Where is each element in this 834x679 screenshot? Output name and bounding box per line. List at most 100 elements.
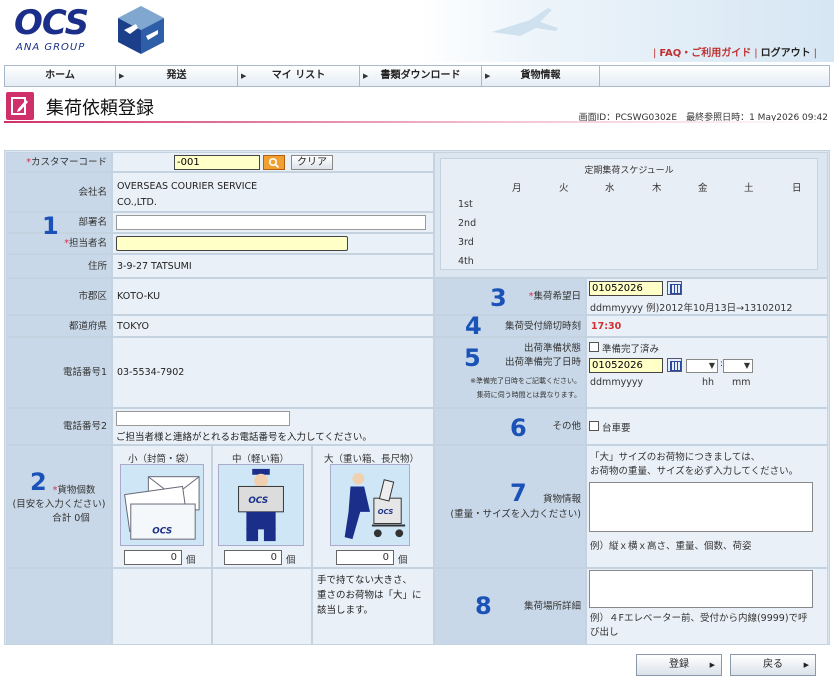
envelope-icon: OCS bbox=[120, 464, 204, 546]
schedule-title: 定期集荷スケジュール bbox=[584, 166, 674, 176]
title-underline bbox=[4, 121, 830, 123]
section-number-7: 7 bbox=[510, 479, 527, 507]
schedule-week: 1st bbox=[458, 199, 473, 210]
city-value: KOTO-KU bbox=[112, 278, 434, 315]
company-name-value: OVERSEAS COURIER SERVICE CO.,LTD. bbox=[112, 172, 434, 212]
section-number-3: 3 bbox=[490, 284, 507, 312]
back-button-label: 戻る bbox=[763, 659, 783, 670]
blank-cell bbox=[112, 568, 212, 645]
nav-my-list[interactable]: ▶ マイ リスト bbox=[238, 66, 360, 86]
qty-large-input[interactable]: 0 bbox=[336, 550, 394, 565]
address-label: 住所 bbox=[6, 254, 112, 278]
nav-document-download[interactable]: ▶ 書類ダウンロード bbox=[360, 66, 482, 86]
search-button[interactable] bbox=[263, 155, 285, 170]
pickup-date-input[interactable] bbox=[589, 281, 663, 296]
svg-text:OCS: OCS bbox=[152, 526, 172, 536]
schedule-week: 4th bbox=[458, 256, 474, 267]
schedule-day: 日 bbox=[792, 183, 802, 194]
nav-home-label: ホーム bbox=[45, 70, 75, 81]
pickup-date-label: *集荷希望日 bbox=[434, 278, 586, 315]
minute-format: mm bbox=[732, 377, 751, 388]
pieces-label-cell: *貨物個数 (目安を入力ください) 合計 0個 bbox=[6, 445, 112, 568]
prefecture-label: 都道府県 bbox=[6, 315, 112, 337]
calendar-icon[interactable] bbox=[667, 358, 682, 372]
search-icon bbox=[268, 157, 280, 169]
nav-shipping[interactable]: ▶ 発送 bbox=[116, 66, 238, 86]
ready-checkbox[interactable] bbox=[589, 342, 599, 352]
blank-label-cell bbox=[6, 568, 112, 645]
blank-cell bbox=[212, 568, 312, 645]
schedule-day: 水 bbox=[605, 183, 615, 194]
triangle-right-icon: ▶ bbox=[709, 661, 715, 669]
schedule-day: 木 bbox=[652, 183, 662, 194]
city-label: 市郡区 bbox=[6, 278, 112, 315]
large-size-note: 手で持てない大きさ、 重さのお荷物は「大」に 該当します。 bbox=[312, 568, 434, 645]
ready-date-input[interactable] bbox=[589, 358, 663, 373]
logout-link[interactable]: ログアウト bbox=[761, 48, 811, 59]
nav-my-list-label: マイ リスト bbox=[271, 70, 326, 81]
qty-large-unit: 個 bbox=[398, 555, 408, 566]
department-input[interactable] bbox=[116, 215, 426, 230]
cargo-info-example: 例）縦ｘ横ｘ高さ、重量、個数、荷姿 bbox=[590, 541, 752, 552]
register-button-label: 登録 bbox=[669, 659, 689, 670]
schedule-week: 2nd bbox=[458, 218, 477, 229]
pickup-date-hint: ddmmyyyy 例)2012年10月13日→13102012 bbox=[590, 303, 793, 314]
pickup-place-label: 集荷場所詳細 bbox=[434, 568, 586, 645]
prefecture-value: TOKYO bbox=[112, 315, 434, 337]
nav-cargo-info[interactable]: ▶ 貨物情報 bbox=[482, 66, 600, 86]
section-number-6: 6 bbox=[510, 414, 527, 442]
contact-person-label: *担当者名 bbox=[6, 233, 112, 254]
top-links: | FAQ・ご利用ガイド | ログアウト | bbox=[650, 44, 820, 59]
nav-cargo-info-label: 貨物情報 bbox=[520, 70, 561, 81]
phone1-label: 電話番号1 bbox=[6, 337, 112, 408]
pickup-place-textarea[interactable] bbox=[589, 570, 813, 608]
department-label: 部署名 bbox=[6, 212, 112, 233]
schedule-day: 月 bbox=[512, 183, 522, 194]
pickup-place-example: 例）４Fエレベーター前、受付から内線(9999)で呼 び出し bbox=[590, 613, 808, 638]
airplane-icon bbox=[492, 8, 558, 36]
qty-small-input[interactable]: 0 bbox=[124, 550, 182, 565]
main-nav: ホーム ▶ 発送 ▶ マイ リスト ▶ 書類ダウンロード ▶ 貨物情報 bbox=[4, 65, 830, 87]
phone2-input[interactable] bbox=[116, 411, 290, 426]
schedule-day: 金 bbox=[698, 183, 708, 194]
back-button[interactable]: 戻る ▶ bbox=[730, 654, 816, 676]
triangle-right-icon: ▶ bbox=[803, 661, 809, 669]
triangle-right-icon: ▶ bbox=[119, 72, 125, 80]
size-medium-label: 中（軽い箱） bbox=[232, 454, 290, 465]
qty-medium-unit: 個 bbox=[286, 555, 296, 566]
section-number-2: 2 bbox=[30, 468, 47, 496]
section-number-1: 1 bbox=[42, 212, 59, 240]
nav-empty bbox=[600, 66, 829, 86]
chevron-down-icon: ▼ bbox=[708, 361, 715, 370]
cart-needed-label: 台車要 bbox=[602, 423, 631, 434]
ready-checkbox-label: 準備完了済み bbox=[602, 344, 660, 355]
faq-guide-link[interactable]: FAQ・ご利用ガイド bbox=[659, 48, 751, 59]
triangle-right-icon: ▶ bbox=[485, 72, 491, 80]
calendar-icon[interactable] bbox=[667, 281, 682, 295]
page-title: 集荷依頼登録 bbox=[46, 98, 154, 119]
cutoff-time-label: 集荷受付締切時刻 bbox=[434, 315, 586, 337]
address-value: 3-9-27 TATSUMI bbox=[112, 254, 434, 278]
section-number-4: 4 bbox=[465, 312, 482, 340]
customer-code-label: *カスタマーコード bbox=[6, 152, 112, 172]
logo-subtitle: ANA GROUP bbox=[16, 42, 86, 53]
minute-select[interactable]: ▼ bbox=[723, 359, 753, 373]
edit-page-icon bbox=[6, 92, 34, 120]
chevron-down-icon: ▼ bbox=[743, 361, 750, 370]
company-name-label: 会社名 bbox=[6, 172, 112, 212]
cart-needed-checkbox[interactable] bbox=[589, 421, 599, 431]
phone2-hint: ご担当者様と連絡がとれるお電話番号を入力してください。 bbox=[116, 432, 372, 443]
register-button[interactable]: 登録 ▶ bbox=[636, 654, 722, 676]
size-small-label: 小（封筒・袋） bbox=[128, 454, 195, 465]
logo[interactable]: OCS bbox=[14, 6, 89, 40]
qty-medium-input[interactable]: 0 bbox=[224, 550, 282, 565]
clear-button[interactable]: クリア bbox=[291, 155, 333, 170]
section-number-8: 8 bbox=[475, 592, 492, 620]
contact-person-input[interactable] bbox=[116, 236, 348, 251]
logo-cube-icon bbox=[118, 6, 164, 54]
hour-select[interactable]: ▼ bbox=[686, 359, 718, 373]
nav-home[interactable]: ホーム bbox=[5, 66, 116, 86]
customer-code-input[interactable] bbox=[174, 155, 260, 170]
cargo-info-textarea[interactable] bbox=[589, 482, 813, 532]
schedule-day: 土 bbox=[744, 183, 754, 194]
